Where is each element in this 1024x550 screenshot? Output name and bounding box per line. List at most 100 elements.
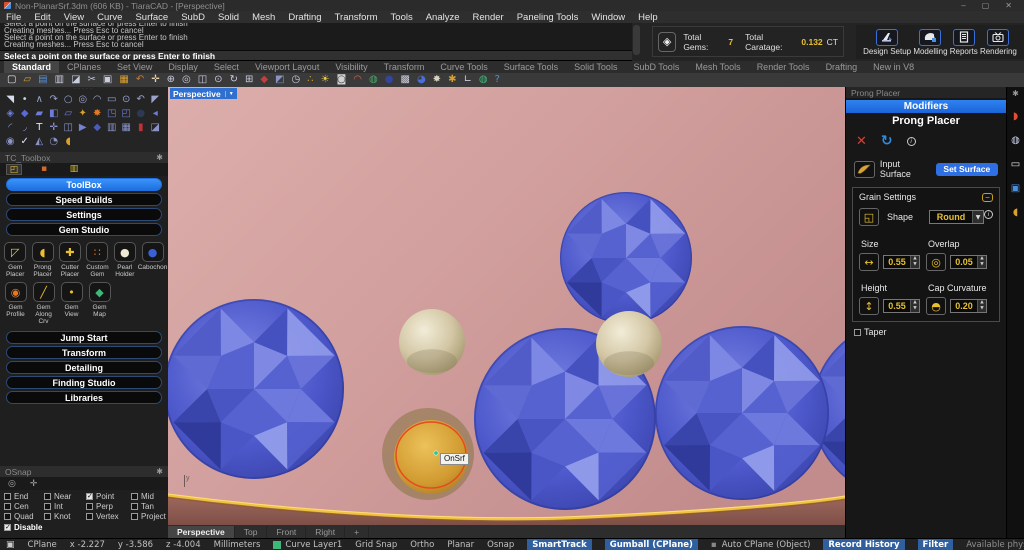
sidebar-tool-icon[interactable]: ◥ — [3, 93, 18, 107]
status-item[interactable]: Record History — [823, 539, 904, 550]
sidebar-tool-icon[interactable]: ◳ — [105, 107, 120, 121]
toolbar-icon[interactable]: ☀ — [321, 73, 330, 87]
status-item[interactable]: Planar — [447, 540, 474, 550]
toolbar-icon[interactable]: ◩ — [275, 73, 284, 87]
toolbar-tab[interactable]: Visibility — [327, 61, 375, 73]
status-item[interactable]: z -4.004 — [166, 540, 201, 550]
menu-item[interactable]: File — [6, 12, 21, 23]
toolbar-icon[interactable]: ◷ — [292, 73, 301, 87]
toolbar-icon[interactable]: ↶ — [136, 73, 144, 87]
status-item[interactable]: SmartTrack — [527, 539, 591, 550]
gem-tool[interactable]: ◖ Prong Placer — [30, 242, 54, 278]
reports-button[interactable]: Reports — [950, 29, 978, 56]
viewport-tab[interactable]: Top — [235, 526, 268, 538]
toolbar-icon[interactable]: ◍ — [369, 73, 378, 87]
command-scrollbar[interactable] — [633, 25, 640, 55]
toolbar-tab[interactable]: Solid Tools — [566, 61, 625, 73]
osnap-checkbox[interactable]: Point — [86, 492, 131, 501]
viewport-tab[interactable]: Right — [306, 526, 345, 538]
toolbar-icon[interactable]: ◫ — [198, 73, 207, 87]
osnap-checkbox[interactable]: End — [4, 492, 44, 501]
sidebar-tool-icon[interactable]: ▦ — [119, 121, 134, 135]
toolbar-tab[interactable]: Viewport Layout — [247, 61, 327, 73]
status-item[interactable]: Curve Layer1 — [273, 540, 342, 550]
toolbar-tab[interactable]: Drafting — [818, 61, 866, 73]
status-item[interactable]: Available physical memory: 22015 MB — [966, 540, 1024, 550]
status-item[interactable]: Millimeters — [214, 540, 261, 550]
toolbar-tab[interactable]: Render Tools — [749, 61, 818, 73]
toolbar-tab[interactable]: Transform — [376, 61, 433, 73]
osnap-checkbox[interactable]: Int — [44, 502, 86, 511]
sidebar-tool-icon[interactable]: ◔ — [47, 135, 62, 149]
gem-tool[interactable]: ∷ Custom Gem — [85, 242, 109, 278]
panel-tab-icon[interactable]: ▭ — [1011, 159, 1020, 170]
toolbar-icon[interactable]: ▦ — [119, 73, 128, 87]
maximize-button[interactable]: ▢ — [982, 0, 990, 11]
delete-icon[interactable]: ✕ — [856, 134, 867, 149]
toolbar-icon[interactable]: ◙ — [337, 73, 347, 87]
toolbox-mini-tab[interactable]: ▪ — [36, 164, 52, 175]
set-surface-button[interactable]: Set Surface — [936, 163, 998, 176]
panel-tab-icon[interactable]: ◍ — [1011, 135, 1020, 146]
sidebar-tool-icon[interactable]: ▶ — [76, 121, 91, 135]
toolbar-icon[interactable]: ● — [385, 73, 394, 87]
toolbar-icon[interactable]: ✛ — [151, 73, 159, 87]
toolbar-icon[interactable]: ✂ — [88, 73, 96, 87]
toolbar-icon[interactable]: ∴ — [307, 73, 313, 87]
status-item[interactable]: y -3.586 — [118, 540, 153, 550]
nav-button[interactable]: Finding Studio — [6, 376, 162, 389]
menu-item[interactable]: Help — [638, 12, 658, 23]
sidebar-tool-icon[interactable]: ◫ — [61, 121, 76, 135]
status-item[interactable]: Ortho — [410, 540, 434, 550]
minimize-button[interactable]: – — [961, 0, 965, 11]
menu-item[interactable]: Mesh — [252, 12, 275, 23]
sidebar-tool-icon[interactable]: ↷ — [47, 93, 62, 107]
osnap-disable-checkbox[interactable]: Disable — [4, 523, 164, 532]
status-item[interactable]: x -2.227 — [70, 540, 105, 550]
toolbox-mini-tab[interactable]: ◰ — [6, 164, 22, 175]
toolbar-tab[interactable]: Set View — [109, 61, 160, 73]
sidebar-tool-icon[interactable]: ✸ — [90, 107, 105, 121]
menu-item[interactable]: Paneling Tools — [517, 12, 579, 23]
gear-icon[interactable]: ✱ — [156, 467, 163, 476]
sidebar-tool-icon[interactable]: ◈ — [3, 107, 18, 121]
osnap-checkbox[interactable]: Perp — [86, 502, 131, 511]
status-item[interactable]: Auto CPlane (Object) — [711, 540, 810, 550]
toolbar-icon[interactable]: ✸ — [433, 73, 441, 87]
nav-button[interactable]: Detailing — [6, 361, 162, 374]
toolbar-icon[interactable]: ▩ — [400, 73, 409, 87]
osnap-tab-icon[interactable]: ✛ — [30, 479, 38, 488]
osnap-checkbox[interactable]: Cen — [4, 502, 44, 511]
status-item[interactable]: CPlane — [28, 540, 57, 550]
menu-item[interactable]: Window — [591, 12, 625, 23]
viewport-tab[interactable]: + — [345, 526, 369, 538]
viewport-3d-scene[interactable] — [168, 87, 845, 525]
sidebar-tool-icon[interactable]: ⊙ — [119, 93, 134, 107]
category-button[interactable]: Settings — [6, 208, 162, 221]
toolbar-tab[interactable]: SubD Tools — [625, 61, 687, 73]
toolbar-icon[interactable]: ◆ — [260, 73, 268, 87]
category-button[interactable]: ToolBox — [6, 178, 162, 191]
status-item[interactable]: Filter — [918, 539, 954, 550]
spin-down-icon[interactable]: ▼ — [978, 306, 986, 312]
menu-item[interactable]: Curve — [97, 12, 122, 23]
panel-tab-icon[interactable]: ◗ — [1013, 111, 1018, 122]
toolbar-icon[interactable]: ⊕ — [167, 73, 175, 87]
gem-tool[interactable]: ◉ Gem Profile — [3, 282, 28, 325]
category-button[interactable]: Gem Studio — [6, 223, 162, 236]
osnap-checkbox[interactable]: Vertex — [86, 512, 131, 521]
menu-item[interactable]: View — [64, 12, 84, 23]
osnap-checkbox[interactable]: Quad — [4, 512, 44, 521]
panel-tab-icon[interactable]: ▣ — [1011, 183, 1020, 194]
sidebar-tool-icon[interactable]: ▱ — [61, 107, 76, 121]
status-item[interactable]: Osnap — [487, 540, 514, 550]
toolbar-icon[interactable]: ◪ — [71, 73, 80, 87]
spin-down-icon[interactable]: ▼ — [978, 262, 986, 268]
osnap-checkbox[interactable]: Mid — [131, 492, 172, 501]
toolbox-mini-tab[interactable]: ▥ — [66, 164, 82, 175]
sidebar-tool-icon[interactable]: ◂ — [148, 107, 163, 121]
toolbar-icon[interactable]: ∟ — [463, 73, 471, 87]
sidebar-tool-icon[interactable]: T — [32, 121, 47, 135]
toolbar-tab[interactable]: Mesh Tools — [687, 61, 748, 73]
design-setup-button[interactable]: Design Setup — [863, 29, 911, 56]
